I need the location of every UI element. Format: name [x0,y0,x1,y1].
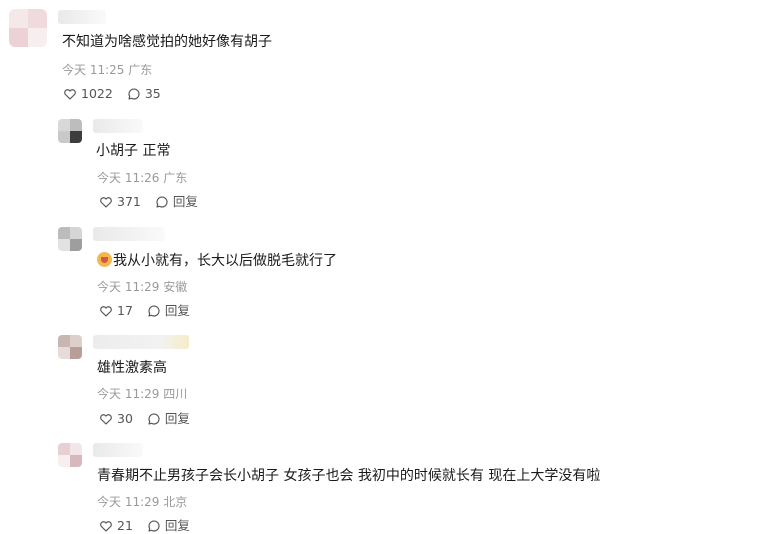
comment-meta: 今天 11:29 北京 [97,495,187,509]
comment-bubble-icon [156,196,168,208]
comment-actions: 21 回复 [99,518,204,534]
reply-button[interactable]: 回复 [147,411,190,427]
like-count: 17 [117,303,133,318]
comment-time: 今天 11:29 [97,280,160,294]
comment-location: 广东 [128,63,153,77]
comment-actions: 30 回复 [99,411,204,427]
like-button[interactable]: 1022 [63,86,113,102]
heart-icon [64,89,76,100]
reply-label: 回复 [172,194,198,209]
username-blurred[interactable] [93,443,143,457]
like-count: 371 [117,194,141,209]
username-blurred[interactable] [93,335,189,349]
reply-label: 回复 [164,518,190,533]
reply-label: 回复 [164,303,190,318]
reply-count: 35 [144,86,161,101]
heart-icon [100,306,112,317]
comment-actions: 17 回复 [99,303,204,319]
comment-location: 安徽 [163,280,188,294]
comment-time: 今天 11:26 [97,171,160,185]
comment-meta: 今天 11:26 广东 [97,171,187,185]
avatar[interactable] [58,227,82,251]
like-button[interactable]: 371 [99,194,141,210]
comment-location: 北京 [163,495,188,509]
reply-button[interactable]: 回复 [147,518,190,534]
heart-icon [100,414,112,425]
comment-location: 广东 [163,171,188,185]
avatar[interactable] [58,119,82,143]
comment-text: 青春期不止男孩子会长小胡子 女孩子也会 我初中的时候就长有 现在上大学没有啦 [97,468,601,484]
like-count: 30 [117,411,133,426]
like-button[interactable]: 17 [99,303,133,319]
comment-text: 我从小就有，长大以后做脱毛就行了 [97,252,337,270]
comment-time: 今天 11:29 [97,495,160,509]
comment-actions: 1022 35 [63,86,175,102]
comment-text-body: 我从小就有，长大以后做脱毛就行了 [113,253,337,269]
reply-label: 回复 [164,411,190,426]
comment-meta: 今天 11:29 安徽 [97,280,187,294]
heart-icon [100,521,112,532]
username-blurred[interactable] [93,227,165,241]
emoji-icon [97,252,112,267]
avatar[interactable] [58,335,82,359]
reply-button[interactable]: 35 [127,86,161,102]
heart-icon [100,197,112,208]
comment-location: 四川 [163,387,188,401]
comment-actions: 371 回复 [99,194,212,210]
comment-bubble-icon [148,413,160,425]
like-button[interactable]: 30 [99,411,133,427]
comment-bubble-icon [148,520,160,532]
comment-meta: 今天 11:29 四川 [97,387,187,401]
username-blurred[interactable] [93,119,143,133]
like-count: 1022 [81,86,113,101]
comment-bubble-icon [148,305,160,317]
comment-text: 雄性激素高 [97,360,167,376]
reply-button[interactable]: 回复 [155,194,198,210]
like-count: 21 [117,518,133,533]
like-button[interactable]: 21 [99,518,133,534]
comment-text: 小胡子 正常 [96,143,171,159]
comment-time: 今天 11:29 [97,387,160,401]
comment-text: 不知道为啥感觉拍的她好像有胡子 [62,34,272,50]
username-blurred[interactable] [58,10,106,24]
reply-button[interactable]: 回复 [147,303,190,319]
comment-meta: 今天 11:25 广东 [62,63,152,77]
comment-time: 今天 11:25 [62,63,125,77]
avatar[interactable] [9,9,47,47]
comment-bubble-icon [128,88,140,100]
avatar[interactable] [58,443,82,467]
